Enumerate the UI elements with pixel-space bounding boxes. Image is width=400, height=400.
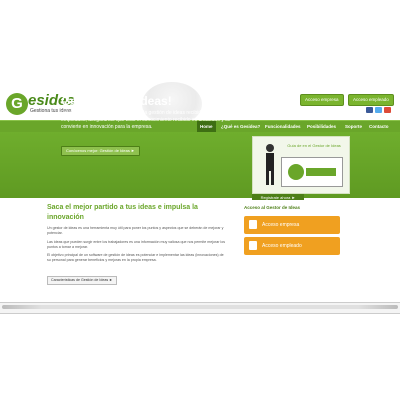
sidebar-title: Acceso al Gestor de Ideas [244, 205, 301, 210]
video-caption: Guía de en el Gestor de Ideas [287, 143, 341, 148]
employee-access-card[interactable]: Acceso empleado [244, 237, 340, 255]
logo-mark: G [6, 93, 28, 115]
twitter-icon[interactable] [375, 107, 382, 113]
scrollbar-thumb[interactable] [2, 305, 398, 309]
video-whiteboard [281, 157, 343, 187]
header-company-access-button[interactable]: Acceso empresa [300, 94, 344, 106]
google-plus-icon[interactable] [384, 107, 391, 113]
header-employee-access-button[interactable]: Acceso empleado [348, 94, 394, 106]
horizontal-scrollbar[interactable] [0, 302, 400, 314]
hero-text: Esta herramienta facilita el análisis y … [61, 110, 231, 130]
content-title: Saca el mejor partido a tus ideas e impu… [47, 204, 198, 221]
content-paragraph: Un gestor de ideas es una herramienta mu… [47, 226, 224, 235]
gesidea-logo-icon [288, 164, 336, 180]
employee-access-label: Acceso empleado [262, 243, 302, 249]
webpage: G esidea Gestiona tus ideas Acceso empre… [0, 82, 400, 310]
company-access-label: Acceso empresa [262, 222, 300, 228]
user-icon [249, 241, 257, 250]
facebook-icon[interactable] [366, 107, 373, 113]
main-content: Saca el mejor partido a tus ideas e impu… [0, 200, 400, 285]
hero-cta-button[interactable]: Conócenos mejor: Gestión de Ideas ► [61, 146, 140, 156]
video-player[interactable]: Guía de en el Gestor de Ideas [252, 136, 350, 194]
company-access-card[interactable]: Acceso empresa [244, 216, 340, 234]
features-link-button[interactable]: Características de Gestión de Ideas ► [47, 276, 117, 285]
content-paragraph: El objetivo principal de un software de … [47, 253, 224, 262]
content-paragraph: Las ideas que pueden surgir entre los tr… [47, 240, 225, 249]
person-illustration-icon [266, 144, 274, 185]
hero-title: Gestiona tus ideas! [61, 94, 172, 108]
document-icon [249, 220, 257, 229]
